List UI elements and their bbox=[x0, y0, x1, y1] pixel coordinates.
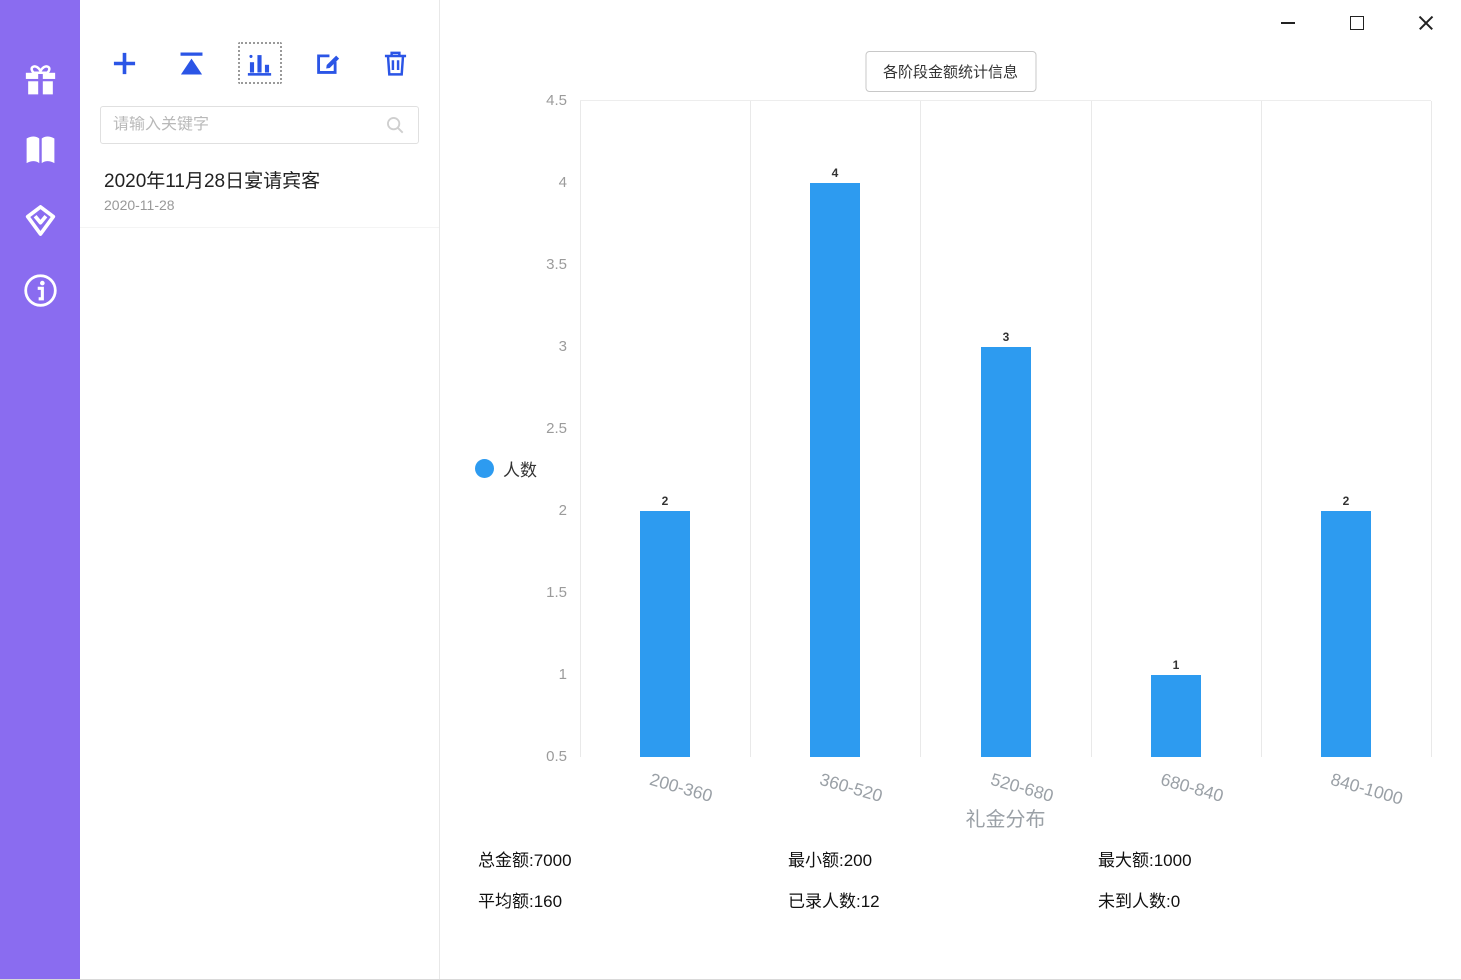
x-axis-label: 200-360 bbox=[647, 769, 715, 807]
y-axis-label: 2 bbox=[525, 502, 567, 519]
stat-absent: 未到人数:0 bbox=[1098, 887, 1408, 912]
gridline bbox=[750, 101, 751, 757]
bar-value-label: 2 bbox=[640, 494, 690, 508]
search-box bbox=[100, 106, 419, 144]
gridline bbox=[1431, 101, 1432, 757]
delete-record-button[interactable] bbox=[373, 42, 417, 84]
minimize-icon bbox=[1281, 22, 1295, 24]
y-axis-label: 4.5 bbox=[525, 92, 567, 109]
summit-view-button[interactable] bbox=[170, 42, 214, 84]
y-axis-label: 3 bbox=[525, 338, 567, 355]
info-icon bbox=[22, 272, 59, 309]
y-axis-label: 2.5 bbox=[525, 420, 567, 437]
legend-item[interactable]: 人数 bbox=[475, 456, 537, 481]
gridline bbox=[1261, 101, 1262, 757]
add-record-button[interactable] bbox=[102, 42, 146, 84]
search-icon bbox=[384, 114, 406, 136]
gift-icon bbox=[22, 62, 59, 99]
minimize-button[interactable] bbox=[1277, 12, 1299, 34]
stat-min: 最小额:200 bbox=[788, 846, 1098, 871]
stats-view: 各阶段金额统计信息 人数 2 200-360 4 360-520 3 520-680 1 68… bbox=[440, 0, 1461, 979]
x-axis-label: 680-840 bbox=[1158, 769, 1226, 807]
maximize-button[interactable] bbox=[1346, 12, 1368, 34]
legend-dot-icon bbox=[475, 459, 494, 478]
banquet-date: 2020-11-28 bbox=[104, 197, 415, 213]
bar-value-label: 4 bbox=[810, 166, 860, 180]
legend-label: 人数 bbox=[503, 456, 537, 481]
nav-info[interactable] bbox=[20, 270, 60, 310]
y-axis-label: 1 bbox=[525, 666, 567, 683]
nav-book[interactable] bbox=[20, 130, 60, 170]
gridline bbox=[920, 101, 921, 757]
close-button[interactable] bbox=[1415, 12, 1437, 34]
x-axis-title: 礼金分布 bbox=[580, 803, 1431, 832]
gridline bbox=[1091, 101, 1092, 757]
summit-icon bbox=[176, 48, 207, 79]
gridline bbox=[580, 101, 581, 757]
search-input[interactable] bbox=[113, 116, 384, 134]
bar-value-label: 2 bbox=[1321, 494, 1371, 508]
window-controls bbox=[1277, 12, 1437, 34]
stat-recorded: 已录人数:12 bbox=[788, 887, 1098, 912]
gem-icon bbox=[22, 202, 59, 239]
y-axis-label: 1.5 bbox=[525, 584, 567, 601]
record-panel: 2020年11月28日宴请宾客 2020-11-28 bbox=[80, 0, 440, 979]
x-axis-label: 520-680 bbox=[988, 769, 1056, 807]
banquet-title: 2020年11月28日宴请宾客 bbox=[104, 166, 415, 193]
y-axis-label: 4 bbox=[525, 174, 567, 191]
y-axis-label: 0.5 bbox=[525, 748, 567, 765]
stat-max: 最大额:1000 bbox=[1098, 846, 1408, 871]
y-axis-label: 3.5 bbox=[525, 256, 567, 273]
bar-chart-plot: 2200-3604360-5203520-6801680-8402840-100… bbox=[580, 100, 1431, 757]
nav-gift[interactable] bbox=[20, 60, 60, 100]
trash-icon bbox=[380, 48, 411, 79]
chart-view-button[interactable] bbox=[238, 42, 282, 84]
bar-520-680[interactable] bbox=[981, 347, 1031, 757]
book-icon bbox=[22, 132, 59, 169]
banquet-list: 2020年11月28日宴请宾客 2020-11-28 bbox=[80, 156, 439, 228]
stat-total: 总金额:7000 bbox=[478, 846, 788, 871]
x-axis-label: 360-520 bbox=[817, 769, 885, 807]
stat-average: 平均额:160 bbox=[478, 887, 788, 912]
maximize-icon bbox=[1350, 16, 1364, 30]
bar-value-label: 1 bbox=[1151, 658, 1201, 672]
add-icon bbox=[109, 48, 140, 79]
edit-record-button[interactable] bbox=[305, 42, 349, 84]
bar-chart-icon bbox=[244, 48, 275, 79]
chart-title: 各阶段金额统计信息 bbox=[865, 51, 1036, 92]
app-rail bbox=[0, 0, 80, 979]
bar-200-360[interactable] bbox=[640, 511, 690, 757]
stats-summary: 总金额:7000 最小额:200 最大额:1000 平均额:160 已录人数:1… bbox=[478, 846, 1408, 912]
bar-value-label: 3 bbox=[981, 330, 1031, 344]
bar-360-520[interactable] bbox=[810, 183, 860, 757]
edit-icon bbox=[312, 48, 343, 79]
bar-840-1000[interactable] bbox=[1321, 511, 1371, 757]
record-toolbar bbox=[80, 0, 439, 98]
list-item[interactable]: 2020年11月28日宴请宾客 2020-11-28 bbox=[80, 156, 439, 228]
nav-gem[interactable] bbox=[20, 200, 60, 240]
bar-680-840[interactable] bbox=[1151, 675, 1201, 757]
